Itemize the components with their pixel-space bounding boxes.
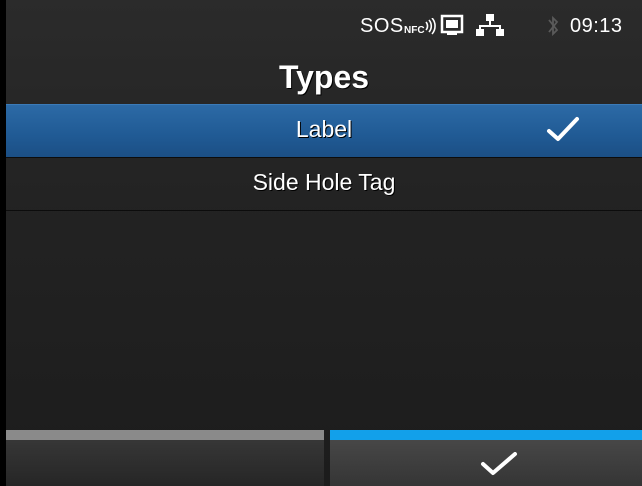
sos-indicator: SOS <box>360 15 404 37</box>
status-bar: SOS NFC 09:13 <box>6 0 642 50</box>
network-icon <box>476 13 504 43</box>
left-soft-key-indicator <box>6 430 324 440</box>
confirm-button-indicator <box>330 430 642 440</box>
memory-card-icon <box>440 13 464 43</box>
confirm-button[interactable] <box>330 430 642 486</box>
checkmark-icon <box>481 452 517 475</box>
option-side-hole-tag[interactable]: Side Hole Tag <box>6 158 642 211</box>
soft-key-bar <box>6 430 642 486</box>
printer-display: SOS NFC 09:13 Types Label Side Hole Tag <box>0 0 642 486</box>
nfc-icon: NFC <box>404 17 440 42</box>
option-side-hole-tag-text: Side Hole Tag <box>252 169 396 195</box>
bluetooth-icon <box>546 14 560 44</box>
display-frame: SOS NFC 09:13 Types Label Side Hole Tag <box>6 0 642 486</box>
svg-text:NFC: NFC <box>404 25 425 36</box>
option-label-text: Label <box>295 116 353 142</box>
types-list: Label Side Hole Tag <box>6 104 642 211</box>
clock: 09:13 <box>570 15 623 37</box>
option-label[interactable]: Label <box>6 104 642 158</box>
left-soft-key[interactable] <box>6 430 324 486</box>
page-title: Types <box>278 59 370 95</box>
selected-checkmark-icon <box>547 117 579 141</box>
